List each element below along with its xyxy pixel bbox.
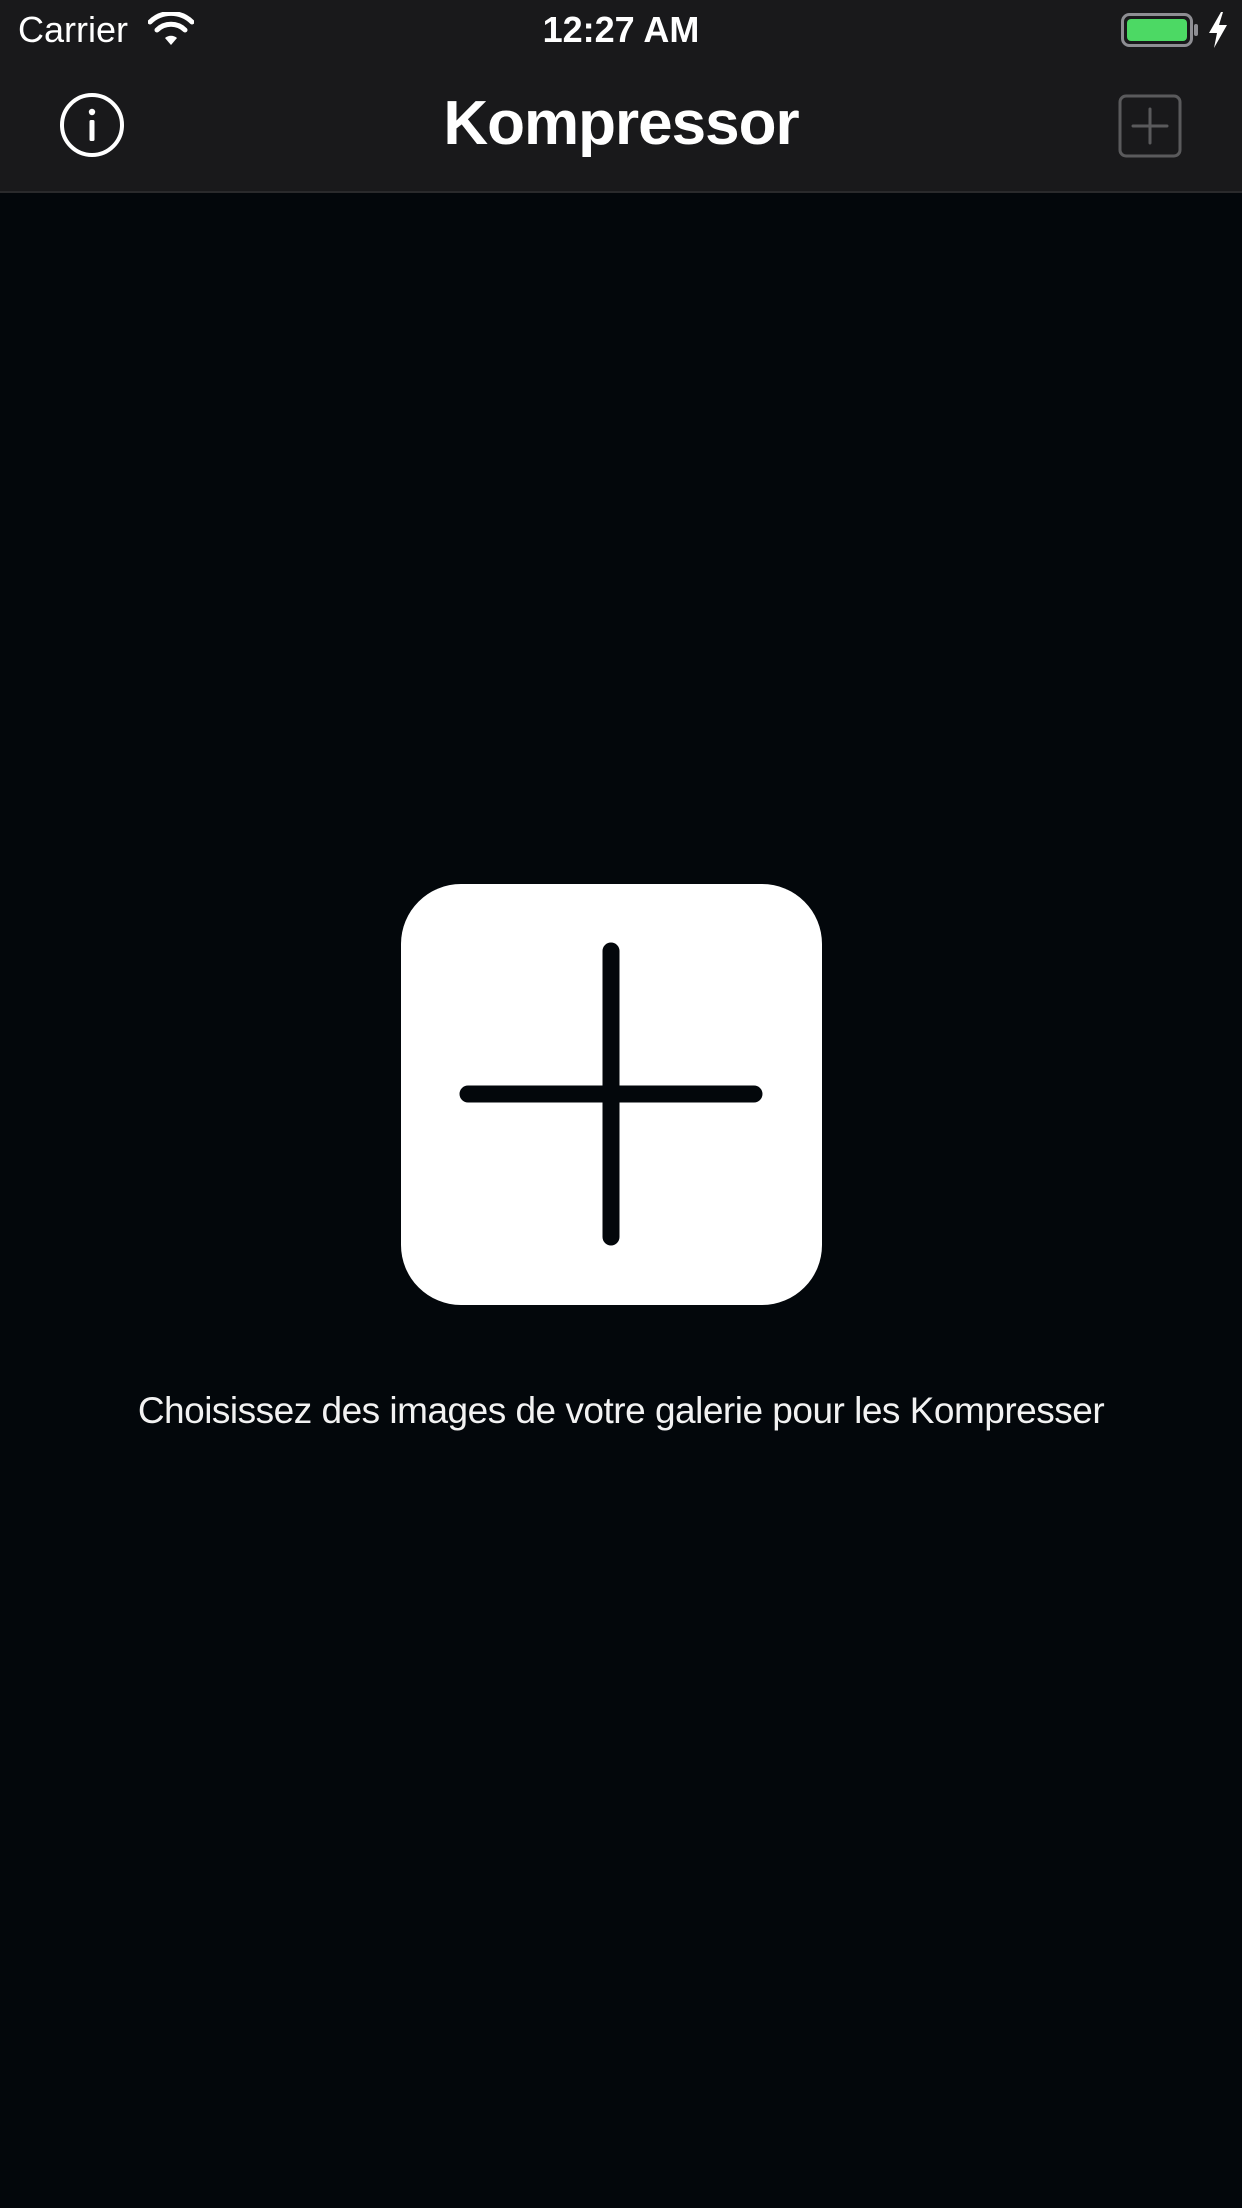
navigation-bar: Kompressor: [0, 60, 1242, 193]
plus-icon: [459, 942, 763, 1246]
clock: 12:27 AM: [542, 9, 700, 50]
add-images-button[interactable]: [401, 884, 822, 1305]
page-title: Kompressor: [443, 89, 799, 158]
plus-square-icon[interactable]: [1118, 94, 1182, 158]
empty-state-hint: Choisissez des images de votre galerie p…: [137, 1390, 1105, 1431]
charging-icon: [1209, 12, 1227, 48]
status-bar: Carrier 12:27 AM: [0, 0, 1242, 60]
battery-icon: [1121, 13, 1198, 47]
